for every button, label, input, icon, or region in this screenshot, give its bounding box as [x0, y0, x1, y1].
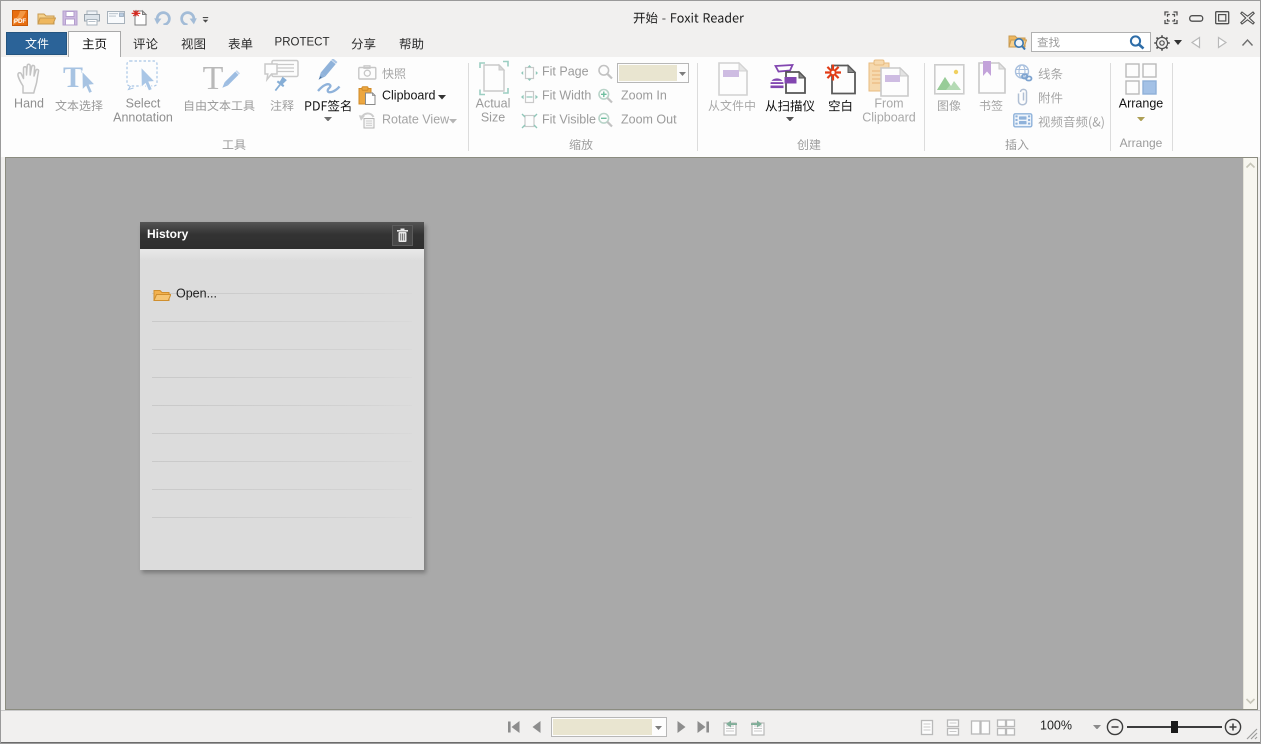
- svg-text:T: T: [203, 60, 224, 97]
- svg-text:T: T: [63, 61, 83, 94]
- svg-text:PDF: PDF: [14, 18, 27, 25]
